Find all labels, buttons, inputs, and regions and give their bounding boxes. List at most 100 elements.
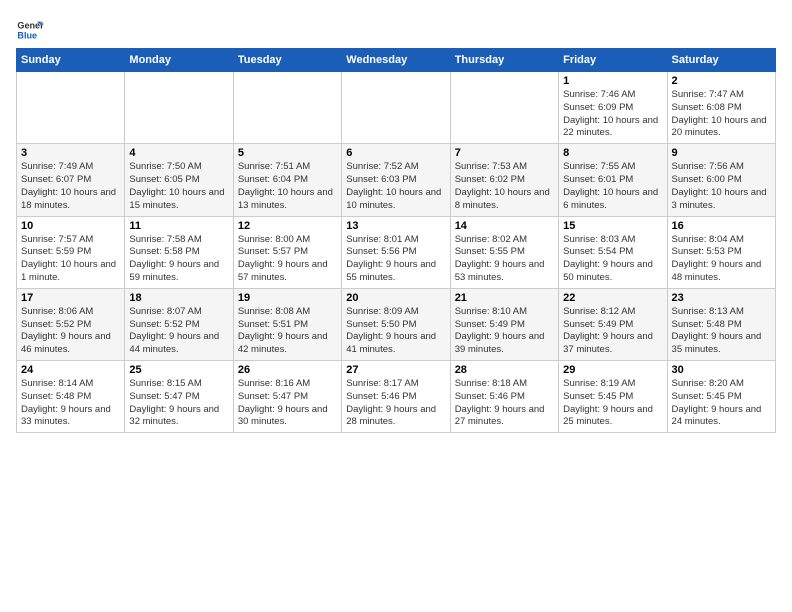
day-number: 19 — [238, 292, 337, 304]
day-cell — [17, 72, 125, 144]
day-header-thursday: Thursday — [450, 49, 558, 72]
day-cell: 19 Sunrise: 8:08 AMSunset: 5:51 PMDayligh… — [233, 288, 341, 360]
day-number: 16 — [672, 220, 771, 232]
day-cell: 11 Sunrise: 7:58 AMSunset: 5:58 PMDayligh… — [125, 216, 233, 288]
day-cell: 9 Sunrise: 7:56 AMSunset: 6:00 PMDaylight… — [667, 144, 775, 216]
day-number: 11 — [129, 220, 228, 232]
day-number: 17 — [21, 292, 120, 304]
day-info: Sunrise: 7:55 AMSunset: 6:01 PMDaylight:… — [563, 161, 662, 212]
day-info: Sunrise: 8:07 AMSunset: 5:52 PMDaylight:… — [129, 306, 228, 357]
day-header-wednesday: Wednesday — [342, 49, 450, 72]
day-number: 13 — [346, 220, 445, 232]
day-number: 7 — [455, 147, 554, 159]
day-number: 3 — [21, 147, 120, 159]
day-cell: 12 Sunrise: 8:00 AMSunset: 5:57 PMDayligh… — [233, 216, 341, 288]
day-cell: 3Sunrise: 7:49 AMSunset: 6:07 PMDaylight… — [17, 144, 125, 216]
day-info: Sunrise: 8:16 AMSunset: 5:47 PMDaylight:… — [238, 378, 337, 429]
week-row-2: 3Sunrise: 7:49 AMSunset: 6:07 PMDaylight… — [17, 144, 776, 216]
day-number: 2 — [672, 75, 771, 87]
day-number: 24 — [21, 364, 120, 376]
day-cell: 5Sunrise: 7:51 AMSunset: 6:04 PMDaylight… — [233, 144, 341, 216]
day-info: Sunrise: 7:56 AMSunset: 6:00 PMDaylight:… — [672, 161, 771, 212]
day-info: Sunrise: 8:20 AMSunset: 5:45 PMDaylight:… — [672, 378, 771, 429]
day-cell — [125, 72, 233, 144]
day-number: 22 — [563, 292, 662, 304]
day-info: Sunrise: 7:47 AMSunset: 6:08 PMDaylight:… — [672, 89, 771, 140]
day-cell: 24 Sunrise: 8:14 AMSunset: 5:48 PMDayligh… — [17, 361, 125, 433]
day-number: 5 — [238, 147, 337, 159]
day-info: Sunrise: 7:50 AMSunset: 6:05 PMDaylight:… — [129, 161, 228, 212]
day-cell: 1 Sunrise: 7:46 AMSunset: 6:09 PMDaylight… — [559, 72, 667, 144]
day-number: 12 — [238, 220, 337, 232]
day-number: 23 — [672, 292, 771, 304]
day-cell: 7 Sunrise: 7:53 AMSunset: 6:02 PMDaylight… — [450, 144, 558, 216]
week-row-4: 17 Sunrise: 8:06 AMSunset: 5:52 PMDayligh… — [17, 288, 776, 360]
day-header-saturday: Saturday — [667, 49, 775, 72]
day-number: 10 — [21, 220, 120, 232]
day-info: Sunrise: 8:12 AMSunset: 5:49 PMDaylight:… — [563, 306, 662, 357]
day-info: Sunrise: 7:58 AMSunset: 5:58 PMDaylight:… — [129, 234, 228, 285]
day-cell — [450, 72, 558, 144]
day-cell: 21Sunrise: 8:10 AMSunset: 5:49 PMDayligh… — [450, 288, 558, 360]
day-cell: 23 Sunrise: 8:13 AMSunset: 5:48 PMDayligh… — [667, 288, 775, 360]
day-header-friday: Friday — [559, 49, 667, 72]
day-number: 26 — [238, 364, 337, 376]
day-cell: 17 Sunrise: 8:06 AMSunset: 5:52 PMDayligh… — [17, 288, 125, 360]
day-cell: 13 Sunrise: 8:01 AMSunset: 5:56 PMDayligh… — [342, 216, 450, 288]
day-cell: 6 Sunrise: 7:52 AMSunset: 6:03 PMDaylight… — [342, 144, 450, 216]
day-info: Sunrise: 7:53 AMSunset: 6:02 PMDaylight:… — [455, 161, 554, 212]
day-number: 15 — [563, 220, 662, 232]
day-info: Sunrise: 8:19 AMSunset: 5:45 PMDaylight:… — [563, 378, 662, 429]
svg-text:Blue: Blue — [17, 30, 37, 40]
day-number: 28 — [455, 364, 554, 376]
day-number: 30 — [672, 364, 771, 376]
day-info: Sunrise: 8:14 AMSunset: 5:48 PMDaylight:… — [21, 378, 120, 429]
day-header-sunday: Sunday — [17, 49, 125, 72]
day-cell: 8 Sunrise: 7:55 AMSunset: 6:01 PMDaylight… — [559, 144, 667, 216]
day-number: 20 — [346, 292, 445, 304]
day-cell: 18 Sunrise: 8:07 AMSunset: 5:52 PMDayligh… — [125, 288, 233, 360]
day-info: Sunrise: 8:08 AMSunset: 5:51 PMDaylight:… — [238, 306, 337, 357]
day-info: Sunrise: 7:57 AMSunset: 5:59 PMDaylight:… — [21, 234, 120, 285]
day-cell: 14 Sunrise: 8:02 AMSunset: 5:55 PMDayligh… — [450, 216, 558, 288]
day-info: Sunrise: 8:00 AMSunset: 5:57 PMDaylight:… — [238, 234, 337, 285]
day-number: 29 — [563, 364, 662, 376]
day-info: Sunrise: 8:09 AMSunset: 5:50 PMDaylight:… — [346, 306, 445, 357]
logo-icon: General Blue — [16, 16, 44, 44]
day-number: 25 — [129, 364, 228, 376]
day-info: Sunrise: 8:15 AMSunset: 5:47 PMDaylight:… — [129, 378, 228, 429]
day-cell: 4Sunrise: 7:50 AMSunset: 6:05 PMDaylight… — [125, 144, 233, 216]
day-header-monday: Monday — [125, 49, 233, 72]
week-row-1: 1 Sunrise: 7:46 AMSunset: 6:09 PMDaylight… — [17, 72, 776, 144]
day-cell: 2 Sunrise: 7:47 AMSunset: 6:08 PMDaylight… — [667, 72, 775, 144]
day-cell — [233, 72, 341, 144]
day-info: Sunrise: 8:01 AMSunset: 5:56 PMDaylight:… — [346, 234, 445, 285]
day-number: 6 — [346, 147, 445, 159]
day-number: 9 — [672, 147, 771, 159]
day-info: Sunrise: 8:02 AMSunset: 5:55 PMDaylight:… — [455, 234, 554, 285]
day-info: Sunrise: 8:13 AMSunset: 5:48 PMDaylight:… — [672, 306, 771, 357]
header-row: SundayMondayTuesdayWednesdayThursdayFrid… — [17, 49, 776, 72]
day-number: 18 — [129, 292, 228, 304]
day-number: 8 — [563, 147, 662, 159]
day-cell: 10 Sunrise: 7:57 AMSunset: 5:59 PMDayligh… — [17, 216, 125, 288]
day-number: 27 — [346, 364, 445, 376]
day-number: 14 — [455, 220, 554, 232]
day-number: 1 — [563, 75, 662, 87]
day-info: Sunrise: 7:52 AMSunset: 6:03 PMDaylight:… — [346, 161, 445, 212]
day-info: Sunrise: 8:04 AMSunset: 5:53 PMDaylight:… — [672, 234, 771, 285]
logo: General Blue — [16, 16, 44, 44]
day-info: Sunrise: 7:46 AMSunset: 6:09 PMDaylight:… — [563, 89, 662, 140]
day-info: Sunrise: 8:06 AMSunset: 5:52 PMDaylight:… — [21, 306, 120, 357]
day-info: Sunrise: 8:18 AMSunset: 5:46 PMDaylight:… — [455, 378, 554, 429]
day-cell: 22 Sunrise: 8:12 AMSunset: 5:49 PMDayligh… — [559, 288, 667, 360]
day-cell: 26 Sunrise: 8:16 AMSunset: 5:47 PMDayligh… — [233, 361, 341, 433]
day-cell: 30 Sunrise: 8:20 AMSunset: 5:45 PMDayligh… — [667, 361, 775, 433]
day-cell: 25 Sunrise: 8:15 AMSunset: 5:47 PMDayligh… — [125, 361, 233, 433]
day-cell: 27 Sunrise: 8:17 AMSunset: 5:46 PMDayligh… — [342, 361, 450, 433]
day-cell: 15Sunrise: 8:03 AMSunset: 5:54 PMDayligh… — [559, 216, 667, 288]
calendar: SundayMondayTuesdayWednesdayThursdayFrid… — [16, 48, 776, 433]
week-row-5: 24 Sunrise: 8:14 AMSunset: 5:48 PMDayligh… — [17, 361, 776, 433]
day-info: Sunrise: 8:17 AMSunset: 5:46 PMDaylight:… — [346, 378, 445, 429]
week-row-3: 10 Sunrise: 7:57 AMSunset: 5:59 PMDayligh… — [17, 216, 776, 288]
